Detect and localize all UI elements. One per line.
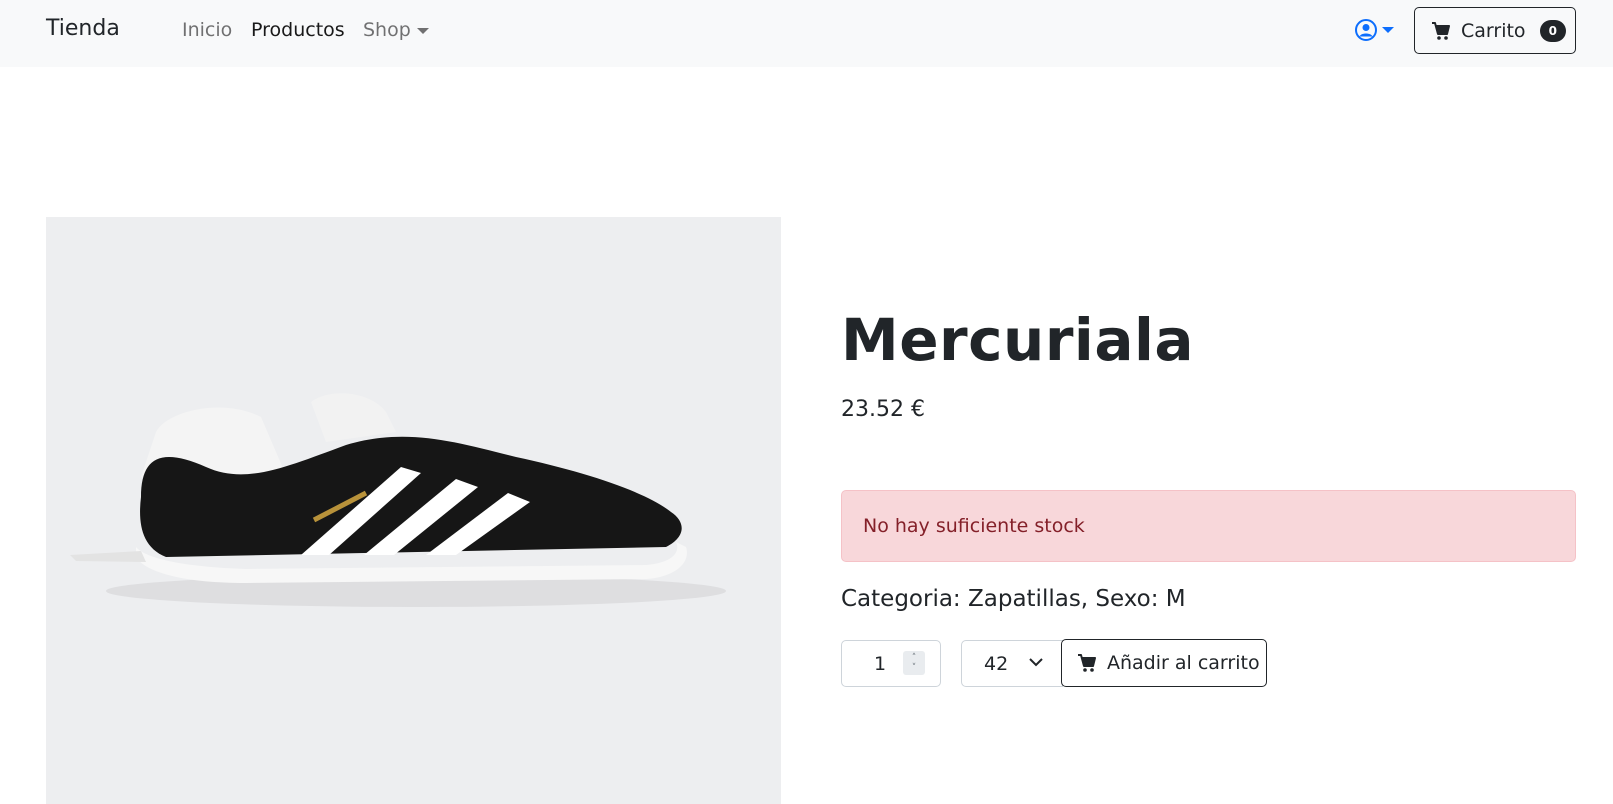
cart-icon — [1432, 21, 1450, 40]
nav-link-inicio[interactable]: Inicio — [182, 19, 232, 41]
product-title: Mercuriala — [841, 306, 1194, 374]
product-meta: Categoria: Zapatillas, Sexo: M — [841, 586, 1186, 612]
nav-shop-label: Shop — [363, 19, 411, 41]
product-image — [46, 217, 781, 804]
quantity-value: 1 — [874, 653, 887, 675]
user-circle-icon — [1355, 19, 1377, 41]
product-price: 23.52 € — [841, 397, 925, 422]
caret-down-icon — [1382, 27, 1394, 33]
cart-button[interactable]: Carrito 0 — [1414, 7, 1576, 54]
chevron-down-icon[interactable]: ˅ — [912, 663, 917, 673]
nav-dropdown-shop[interactable]: Shop — [363, 19, 429, 41]
brand-logo[interactable]: Tienda — [46, 16, 120, 41]
quantity-input[interactable]: 1 ˄ ˅ — [841, 640, 941, 687]
size-select[interactable]: 42 — [961, 640, 1063, 687]
sneaker-image — [70, 393, 726, 607]
size-value: 42 — [984, 653, 1009, 675]
chevron-down-icon — [1029, 658, 1043, 667]
quantity-stepper[interactable]: ˄ ˅ — [903, 651, 925, 675]
chevron-up-icon[interactable]: ˄ — [912, 653, 917, 663]
user-menu-toggle[interactable] — [1354, 18, 1394, 42]
nav-link-productos[interactable]: Productos — [251, 19, 345, 41]
add-to-cart-button[interactable]: Añadir al carrito — [1061, 639, 1267, 687]
add-to-cart-label: Añadir al carrito — [1107, 652, 1260, 674]
cart-count-badge: 0 — [1539, 19, 1566, 42]
navbar: Tienda Inicio Productos Shop Carrito 0 — [0, 0, 1613, 67]
cart-icon — [1078, 654, 1096, 672]
stock-alert: No hay suficiente stock — [841, 490, 1576, 562]
caret-down-icon — [416, 28, 429, 34]
cart-label: Carrito — [1461, 19, 1526, 42]
